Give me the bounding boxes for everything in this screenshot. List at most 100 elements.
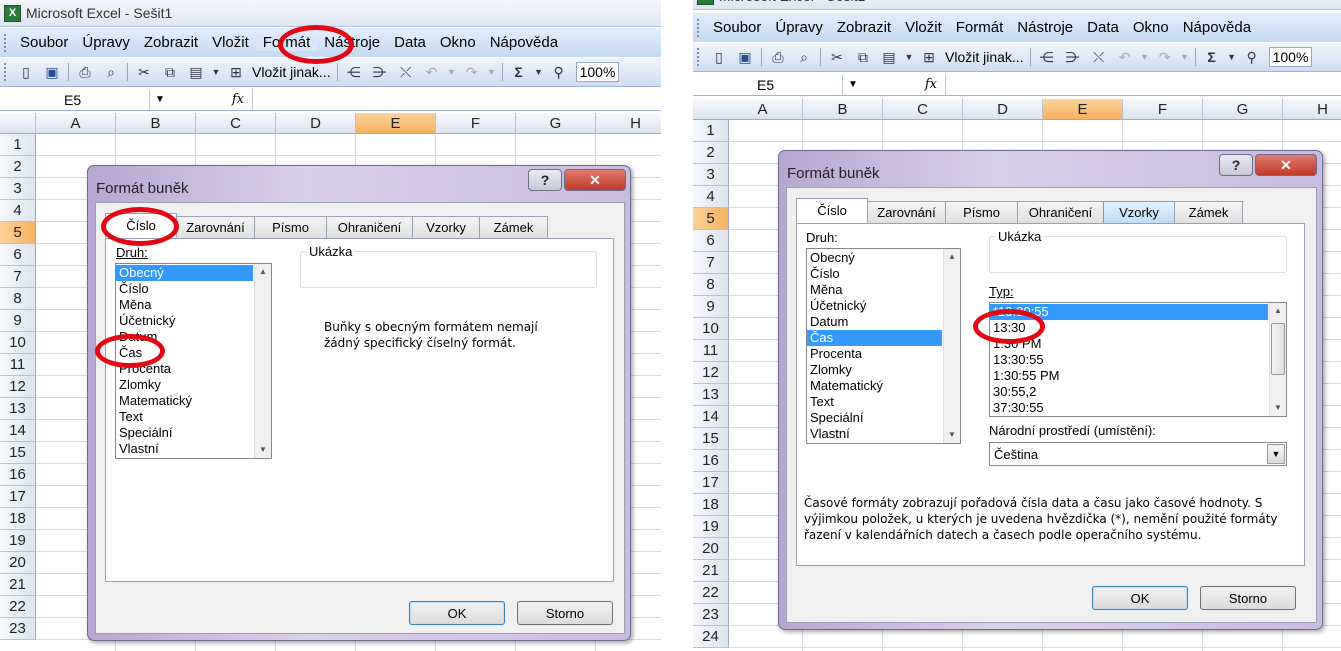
druh-list-item[interactable]: Text	[807, 394, 942, 410]
menu-soubor[interactable]: Soubor	[13, 34, 75, 51]
druh-list-item[interactable]: Matematický	[807, 378, 942, 394]
typ-list-item[interactable]: 30:55,2	[990, 384, 1268, 400]
column-header[interactable]: D	[963, 99, 1043, 120]
paste-special-icon[interactable]: ⊞	[225, 62, 247, 82]
redo-icon[interactable]: ↷	[1154, 47, 1176, 67]
typ-list-item[interactable]: 1:30 PM	[990, 336, 1268, 352]
druh-listbox[interactable]: Obecný Číslo Měna Účetnický Datum Čas Procenta…	[806, 248, 961, 444]
remove-arrows-icon[interactable]: ⤬	[395, 62, 417, 82]
row-header[interactable]: 15	[0, 442, 36, 464]
menu-data[interactable]: Data	[387, 34, 433, 51]
autosum-dropdown-icon[interactable]: ▼	[534, 62, 544, 82]
tab-vzorky[interactable]: Vzorky	[1103, 201, 1175, 223]
column-header[interactable]: F	[436, 113, 516, 134]
row-header[interactable]: 17	[0, 486, 36, 508]
row-header[interactable]: 8	[693, 274, 729, 296]
copy-icon[interactable]: ⧉	[852, 47, 874, 67]
undo-icon[interactable]: ↶	[1114, 47, 1136, 67]
scroll-down-icon[interactable]: ▼	[944, 427, 960, 443]
typ-scrollbar[interactable]: ▲ ▼	[1269, 303, 1286, 416]
column-header[interactable]: B	[116, 113, 196, 134]
close-icon[interactable]: ✕	[564, 169, 626, 191]
remove-arrows-icon[interactable]: ⤬	[1088, 47, 1110, 67]
column-header[interactable]: H	[596, 113, 661, 134]
row-header[interactable]: 10	[693, 318, 729, 340]
column-header[interactable]: C	[196, 113, 276, 134]
tab-zarovnani[interactable]: Zarovnání	[867, 201, 946, 223]
row-header[interactable]: 4	[693, 186, 729, 208]
row-header[interactable]: 10	[0, 332, 36, 354]
print-preview-icon[interactable]: ⌕	[100, 62, 122, 82]
row-header[interactable]: 18	[0, 508, 36, 530]
column-header[interactable]: F	[1123, 99, 1203, 120]
trace-dependents-icon[interactable]: ⋺	[369, 62, 391, 82]
menu-format[interactable]: Formát	[949, 19, 1011, 36]
column-header[interactable]: E	[356, 113, 436, 134]
new-document-icon[interactable]: ▯	[15, 62, 37, 82]
autosum-icon[interactable]: Σ	[508, 62, 530, 82]
redo-dropdown-icon[interactable]: ▼	[487, 62, 497, 82]
row-header[interactable]: 1	[693, 120, 729, 142]
new-document-icon[interactable]: ▯	[708, 47, 730, 67]
locale-select[interactable]: Čeština ▼	[989, 442, 1287, 466]
paste-dropdown-icon[interactable]: ▼	[904, 47, 914, 67]
row-header[interactable]: 14	[693, 406, 729, 428]
name-box-dropdown-icon[interactable]: ▼	[150, 94, 170, 105]
column-header[interactable]: A	[723, 99, 803, 120]
row-header[interactable]: 16	[0, 464, 36, 486]
trace-precedents-icon[interactable]: ⋲	[1036, 47, 1058, 67]
druh-list-item[interactable]: Zlomky	[807, 362, 942, 378]
row-header[interactable]: 9	[0, 310, 36, 332]
druh-list-item[interactable]: Číslo	[807, 266, 942, 282]
row-header[interactable]: 16	[693, 450, 729, 472]
row-header[interactable]: 23	[0, 618, 36, 640]
print-icon[interactable]: ⎙	[767, 47, 789, 67]
row-header[interactable]: 5	[0, 222, 36, 244]
help-icon[interactable]: ?	[1219, 154, 1253, 176]
help-icon[interactable]: ?	[528, 169, 562, 191]
save-icon[interactable]: ▣	[734, 47, 756, 67]
druh-list-item[interactable]: Datum	[116, 329, 253, 345]
tab-zamek[interactable]: Zámek	[479, 216, 548, 238]
column-header[interactable]: C	[883, 99, 963, 120]
paste-dropdown-icon[interactable]: ▼	[211, 62, 221, 82]
scroll-up-icon[interactable]: ▲	[1270, 303, 1286, 319]
typ-list-item[interactable]: 13:30	[990, 320, 1268, 336]
insert-function-icon[interactable]: fx	[863, 77, 945, 92]
druh-list-item[interactable]: Obecný	[116, 265, 253, 281]
tab-ohraniceni[interactable]: Ohraničení	[1017, 201, 1104, 223]
undo-icon[interactable]: ↶	[421, 62, 443, 82]
druh-list-item[interactable]: Speciální	[807, 410, 942, 426]
cut-icon[interactable]: ✂	[826, 47, 848, 67]
menu-upravy[interactable]: Úpravy	[75, 34, 137, 51]
tab-pismo[interactable]: Písmo	[945, 201, 1018, 223]
menu-okno[interactable]: Okno	[1126, 19, 1176, 36]
menu-data[interactable]: Data	[1080, 19, 1126, 36]
row-header[interactable]: 19	[693, 516, 729, 538]
menu-nastroje[interactable]: Nástroje	[317, 34, 387, 51]
row-header[interactable]: 21	[0, 574, 36, 596]
druh-list-item[interactable]: Vlastní	[807, 426, 942, 442]
close-icon[interactable]: ✕	[1255, 154, 1317, 176]
druh-list-item[interactable]: Číslo	[116, 281, 253, 297]
zoom-box[interactable]: 100%	[1268, 47, 1313, 67]
menu-vlozit[interactable]: Vložit	[898, 19, 949, 36]
formula-input[interactable]	[945, 74, 1341, 95]
tab-cislo[interactable]: Číslo	[105, 213, 177, 238]
menu-nastroje[interactable]: Nástroje	[1010, 19, 1080, 36]
autosum-icon[interactable]: Σ	[1201, 47, 1223, 67]
redo-dropdown-icon[interactable]: ▼	[1180, 47, 1190, 67]
druh-scrollbar[interactable]: ▲ ▼	[943, 249, 960, 443]
tab-zamek[interactable]: Zámek	[1174, 201, 1243, 223]
druh-list-item[interactable]: Měna	[807, 282, 942, 298]
trace-precedents-icon[interactable]: ⋲	[343, 62, 365, 82]
row-header[interactable]: 11	[693, 340, 729, 362]
row-header[interactable]: 8	[0, 288, 36, 310]
paste-special-icon[interactable]: ⊞	[918, 47, 940, 67]
column-header[interactable]: A	[36, 113, 116, 134]
row-header[interactable]: 12	[693, 362, 729, 384]
tab-pismo[interactable]: Písmo	[254, 216, 327, 238]
druh-scrollbar[interactable]: ▲ ▼	[254, 264, 271, 458]
scroll-up-icon[interactable]: ▲	[255, 264, 271, 280]
ok-button[interactable]: OK	[409, 601, 505, 625]
